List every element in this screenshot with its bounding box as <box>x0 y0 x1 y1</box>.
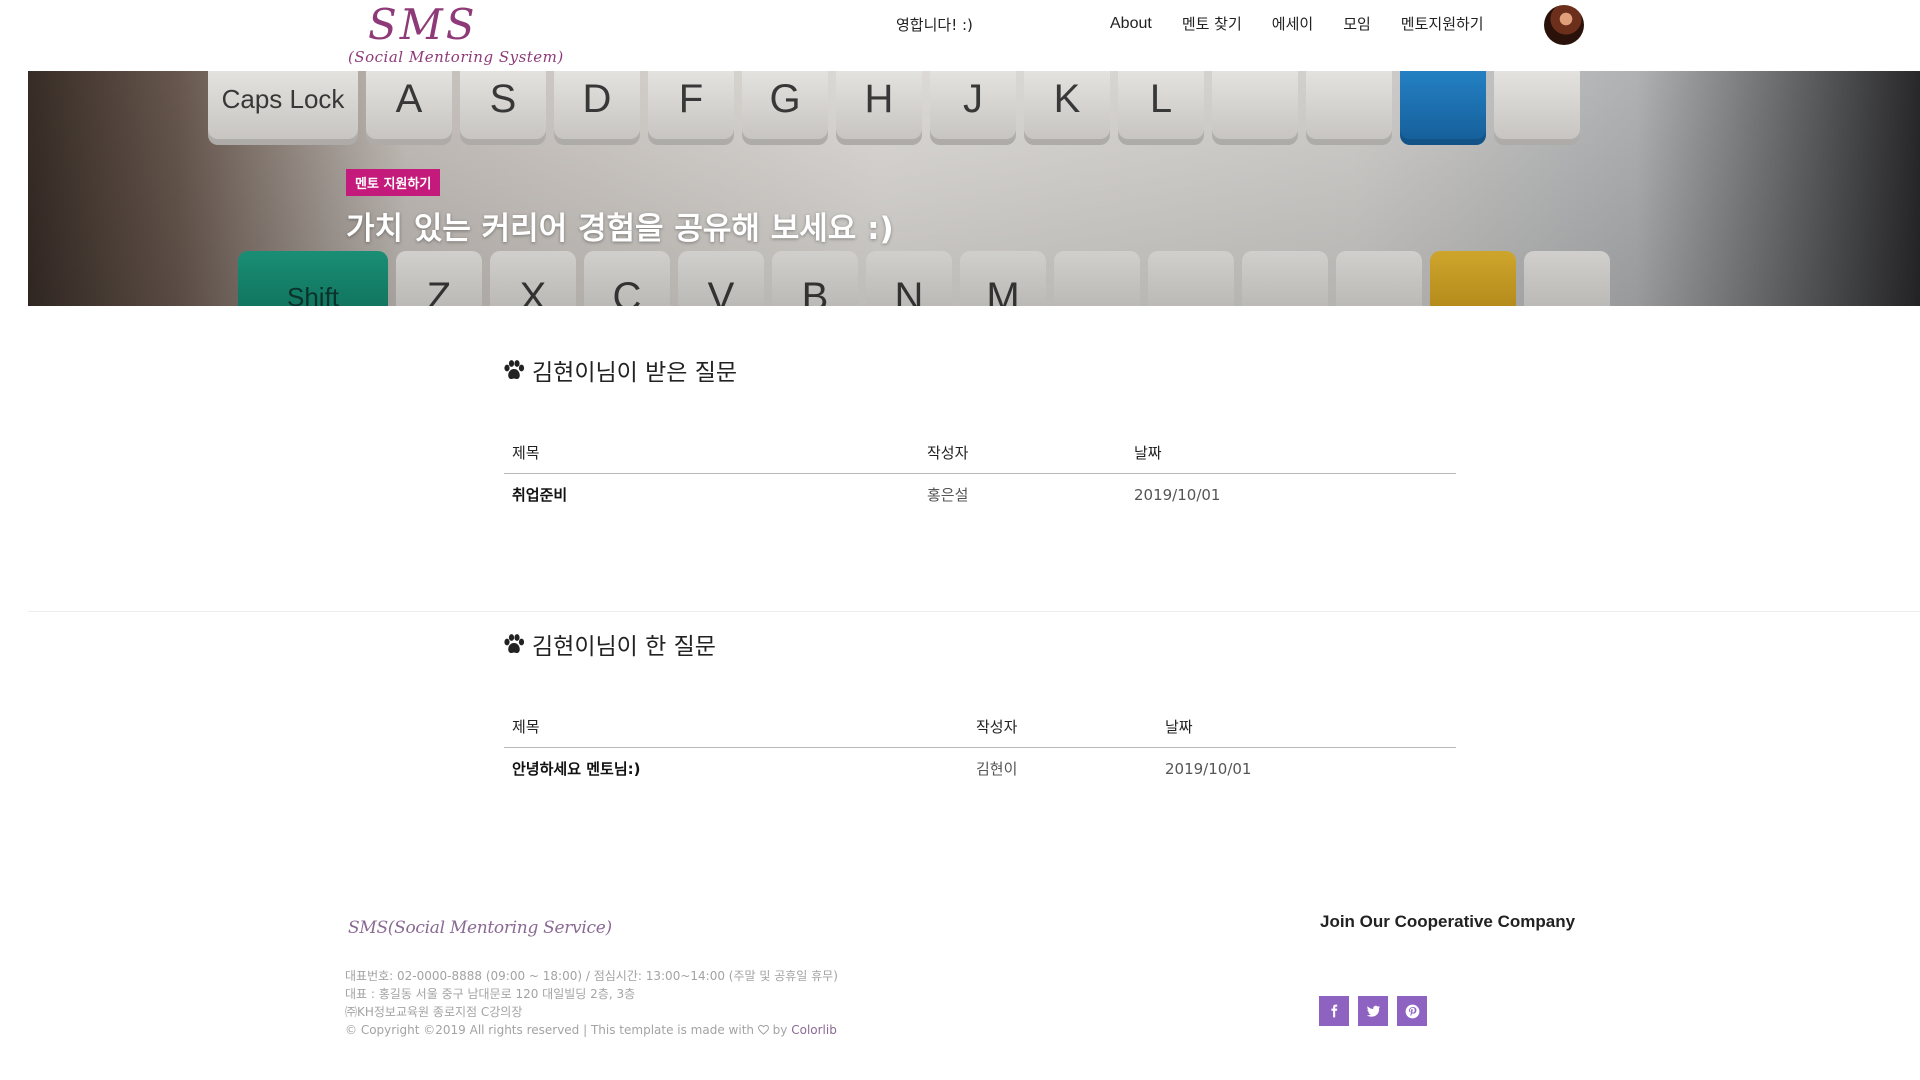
received-questions-heading: 김현이님이 받은 질문 <box>502 353 737 387</box>
hero-title: 가치 있는 커리어 경험을 공유해 보세요 :) <box>346 211 894 247</box>
asked-questions-table: 제목 작성자 날짜 안녕하세요 멘토님:) 김현이 2019/10/01 <box>504 716 1456 789</box>
question-title[interactable]: 취업준비 <box>504 474 919 516</box>
heart-icon <box>757 1025 769 1035</box>
section-divider <box>28 611 1920 612</box>
paw-icon <box>504 360 525 380</box>
table-header-row: 제목 작성자 날짜 <box>504 716 1456 748</box>
top-header: SMS (Social Mentoring System) 영합니다! :) A… <box>0 0 1920 71</box>
nav-about[interactable]: About <box>1110 15 1152 33</box>
column-header-date: 날짜 <box>1126 442 1456 474</box>
logo-title: SMS <box>368 0 478 49</box>
column-header-date: 날짜 <box>1157 716 1456 748</box>
question-date: 2019/10/01 <box>1134 485 1221 504</box>
footer-address: 대표 : 홍길동 서울 중구 남대문로 120 대일빌딩 2층, 3층 <box>345 987 636 1001</box>
nav-essay[interactable]: 에세이 <box>1272 13 1313 34</box>
received-questions-table: 제목 작성자 날짜 취업준비 홍은설 2019/10/01 <box>504 442 1456 515</box>
nav-meeting[interactable]: 모임 <box>1343 13 1371 34</box>
table-row[interactable]: 안녕하세요 멘토님:) 김현이 2019/10/01 <box>504 748 1456 790</box>
nav-apply-mentor[interactable]: 멘토지원하기 <box>1401 13 1484 34</box>
footer-info: 대표번호: 02-0000-8888 (09:00 ~ 18:00) / 점심시… <box>345 967 838 1039</box>
main-nav: About 멘토 찾기 에세이 모임 멘토지원하기 <box>1110 13 1514 34</box>
colorlib-link[interactable]: Colorlib <box>791 1023 837 1037</box>
footer-copyright: © Copyright ©2019 All rights reserved | … <box>345 1023 837 1037</box>
column-header-title: 제목 <box>504 716 968 748</box>
welcome-message: 영합니다! :) <box>896 16 973 34</box>
paw-icon <box>504 634 525 654</box>
column-header-author: 작성자 <box>919 442 1126 474</box>
column-header-title: 제목 <box>504 442 919 474</box>
nav-find-mentor[interactable]: 멘토 찾기 <box>1182 13 1242 34</box>
table-row[interactable]: 취업준비 홍은설 2019/10/01 <box>504 474 1456 516</box>
facebook-button[interactable] <box>1319 996 1349 1026</box>
footer-branch: ㈜KH정보교육원 종로지점 C강의장 <box>345 1005 523 1019</box>
question-author: 홍은설 <box>927 486 969 504</box>
question-date: 2019/10/01 <box>1165 759 1252 778</box>
question-title[interactable]: 안녕하세요 멘토님:) <box>504 748 968 790</box>
hero-banner: Caps LockASDFGHJKL ShiftZXCVBNM 멘토 지원하기 … <box>28 71 1920 306</box>
column-header-author: 작성자 <box>968 716 1157 748</box>
hero-badge: 멘토 지원하기 <box>346 169 441 196</box>
table-header-row: 제목 작성자 날짜 <box>504 442 1456 474</box>
footer-contact: 대표번호: 02-0000-8888 (09:00 ~ 18:00) / 점심시… <box>345 969 838 983</box>
asked-questions-heading: 김현이님이 한 질문 <box>502 627 716 661</box>
pinterest-icon <box>1405 1004 1419 1018</box>
question-author: 김현이 <box>976 760 1018 778</box>
join-title: Join Our Cooperative Company <box>1320 912 1576 931</box>
facebook-icon <box>1331 1004 1338 1018</box>
site-logo[interactable]: SMS (Social Mentoring System) <box>348 0 564 67</box>
twitter-icon <box>1366 1005 1380 1017</box>
user-avatar[interactable] <box>1544 5 1584 45</box>
twitter-button[interactable] <box>1358 996 1388 1026</box>
pinterest-button[interactable] <box>1397 996 1427 1026</box>
footer-logo[interactable]: SMS(Social Mentoring Service) <box>348 918 612 938</box>
received-questions-title: 김현이님이 받은 질문 <box>532 360 738 386</box>
asked-questions-title: 김현이님이 한 질문 <box>532 634 716 660</box>
logo-subtitle: (Social Mentoring System) <box>348 48 564 66</box>
